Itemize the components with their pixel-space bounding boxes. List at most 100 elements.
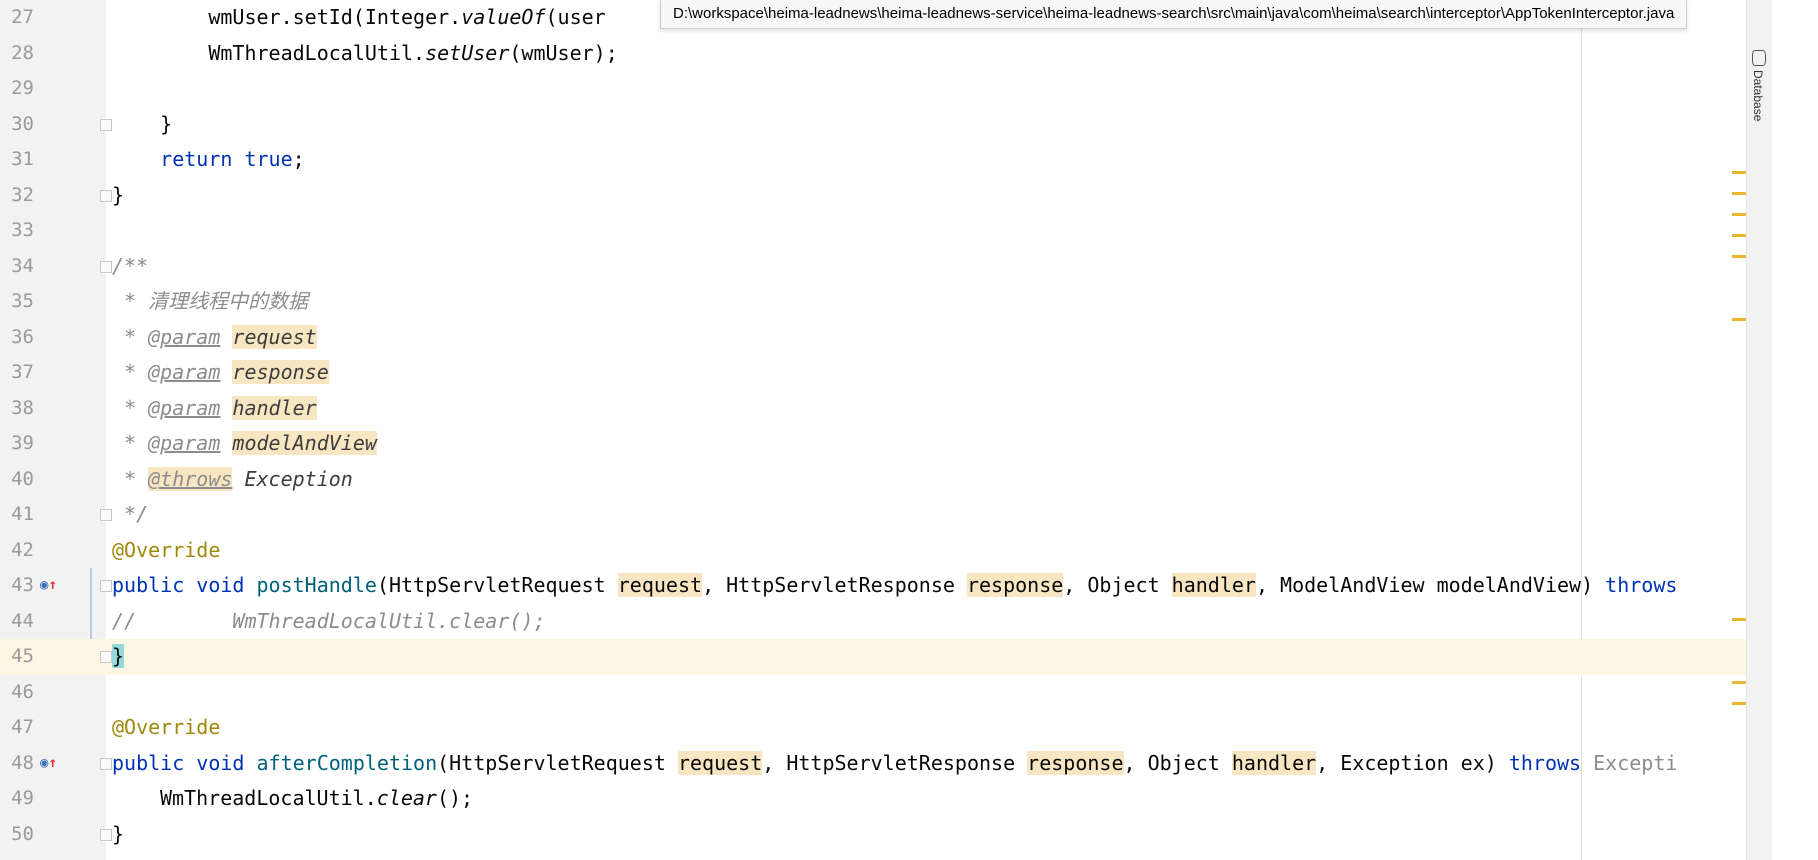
code-token: ; (292, 147, 305, 171)
side-toolbar (1772, 0, 1818, 860)
code-text: } (112, 639, 125, 675)
code-text: * @param request (112, 320, 317, 356)
code-token: wmUser.setId(Integer. (112, 5, 462, 29)
fold-marker[interactable] (100, 757, 112, 770)
line-number: 32 (11, 183, 34, 206)
code-text: // WmThreadLocalUtil.clear(); (112, 604, 546, 640)
line-number: 27 (11, 6, 34, 28)
code-line: 49 WmThreadLocalUtil.clear(); (0, 781, 1746, 817)
line-number: 37 (11, 361, 34, 383)
line-number: 45 (11, 645, 34, 667)
code-token: WmThreadLocalUtil. (112, 40, 426, 65)
code-line: 31 return true; (0, 142, 1746, 178)
code-token: request (232, 324, 317, 349)
code-line: 41 */ (0, 497, 1746, 533)
override-gutter-icon[interactable]: ◉↑ (40, 746, 57, 782)
line-number: 30 (11, 112, 34, 135)
code-text: */ (112, 502, 149, 526)
code-token: Excepti (1581, 750, 1678, 775)
code-token: response (966, 573, 1064, 597)
code-token: , Exception ex) (1316, 750, 1509, 775)
code-text: @Override (112, 537, 221, 562)
code-token: , HttpServletResponse (702, 573, 967, 597)
fold-marker[interactable] (100, 118, 112, 131)
code-token: * (112, 324, 149, 349)
code-line: 43 ◉↑ public void postHandle(HttpServlet… (0, 568, 1746, 604)
code-text: wmUser.setId(Integer.valueOf(user (112, 0, 606, 36)
code-token: setUser (425, 40, 510, 65)
fold-marker[interactable] (100, 260, 112, 273)
matched-brace: } (112, 644, 125, 668)
code-line: 46 (0, 675, 1746, 711)
line-number: 44 (11, 609, 34, 632)
fold-marker[interactable] (100, 651, 112, 663)
code-token: return (160, 147, 233, 171)
line-number: 36 (11, 325, 34, 348)
line-number: 43 (11, 574, 34, 596)
code-token: , Object (1063, 573, 1172, 597)
code-token: afterCompletion (256, 750, 438, 775)
code-token: , Object (1123, 750, 1232, 775)
code-token: modelAndView (232, 431, 377, 455)
fold-marker[interactable] (100, 509, 112, 521)
line-number: 41 (11, 503, 34, 525)
code-token: (wmUser); (509, 40, 618, 65)
line-number: 47 (11, 716, 34, 738)
code-token: @param (148, 324, 221, 349)
code-text: return true; (112, 142, 305, 178)
code-line: 29 (0, 71, 1746, 107)
fold-marker[interactable] (100, 580, 112, 592)
code-line: 47 @Override (0, 710, 1746, 746)
line-number: 42 (11, 538, 34, 561)
database-icon (1752, 50, 1766, 66)
line-number: 49 (11, 787, 34, 809)
code-token: response (232, 360, 329, 384)
code-token: true (244, 147, 293, 171)
code-text: } (112, 111, 173, 136)
code-token: (user (545, 5, 606, 29)
code-token: // (112, 608, 137, 633)
line-number: 35 (11, 290, 34, 312)
code-token: public (112, 573, 185, 597)
code-text: * 清理线程中的数据 (112, 289, 309, 313)
line-number: 29 (11, 77, 34, 99)
code-token: (); (436, 786, 474, 810)
code-line: 50 } (0, 817, 1746, 853)
code-line: 36 * @param request (0, 320, 1746, 356)
database-tool-tab[interactable]: Database (1748, 46, 1770, 146)
code-line-current: 45 } (0, 639, 1746, 675)
code-token: , HttpServletResponse (762, 750, 1028, 775)
line-number: 28 (11, 41, 34, 64)
code-text: public void postHandle(HttpServletReques… (112, 568, 1677, 604)
file-path-tooltip: D:\workspace\heima-leadnews\heima-leadne… (660, 0, 1688, 29)
code-token: @throws (148, 466, 233, 491)
code-line: 44 // WmThreadLocalUtil.clear(); (0, 604, 1746, 640)
code-token: @param (148, 360, 221, 384)
code-token: void (196, 750, 245, 775)
code-token: throws (1508, 750, 1582, 775)
code-line: 42 @Override (0, 533, 1746, 569)
code-line: 40 * @throws Exception (0, 462, 1746, 498)
code-line: 33 (0, 213, 1746, 249)
code-text: } (112, 182, 125, 207)
fold-marker[interactable] (100, 189, 112, 202)
line-number: 46 (11, 680, 34, 703)
override-gutter-icon[interactable]: ◉↑ (40, 568, 57, 604)
code-text: * @throws Exception (112, 462, 353, 498)
code-text: } (112, 821, 125, 846)
code-token: WmThreadLocalUtil.clear(); (232, 608, 546, 633)
database-tab-label: Database (1751, 70, 1765, 122)
line-number: 40 (11, 467, 34, 490)
code-token: public (112, 750, 185, 775)
fold-marker[interactable] (100, 828, 112, 841)
line-number: 50 (11, 822, 34, 845)
code-token: handler (1171, 573, 1256, 597)
code-text: * @param handler (112, 391, 317, 427)
code-token: , ModelAndView modelAndView) (1255, 573, 1606, 597)
code-line: 48 ◉↑ public void afterCompletion(HttpSe… (0, 746, 1746, 782)
code-text: public void afterCompletion(HttpServletR… (112, 746, 1677, 782)
code-line: 30 } (0, 107, 1746, 143)
code-token: postHandle (256, 573, 377, 597)
code-token: clear (376, 786, 437, 810)
code-token: handler (1231, 750, 1317, 775)
